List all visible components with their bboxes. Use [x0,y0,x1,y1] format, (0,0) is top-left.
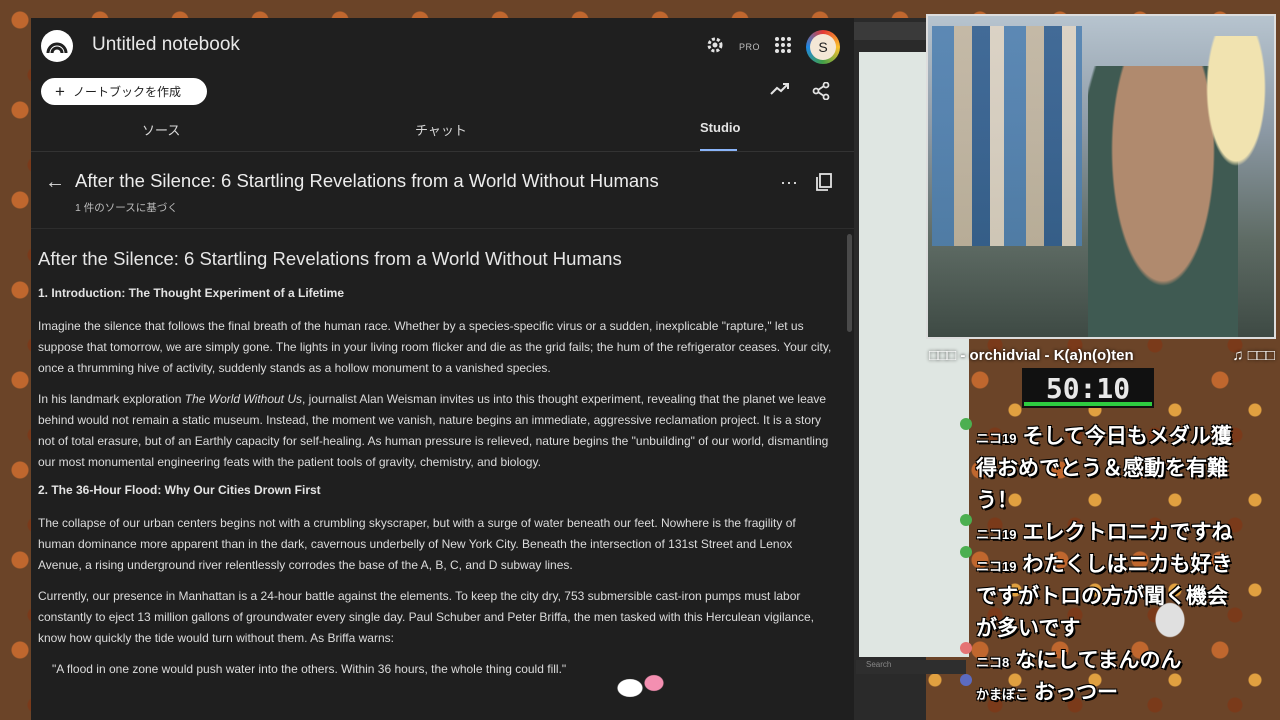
top-bar: Untitled notebook PRO S [31,18,854,74]
content-heading: After the Silence: 6 Startling Revelatio… [38,248,622,269]
block-quote: "A flood in one zone would push water in… [52,662,567,676]
now-playing: □□□ - orchidvial - K(a)n(o)ten ♫ □□□ [929,344,1275,366]
back-arrow-icon[interactable]: ← [45,171,65,194]
paragraph-1: Imagine the silence that follows the fin… [38,319,832,375]
notebooklm-logo-icon[interactable] [41,30,73,62]
chat-message: 得おめでとう＆感動を有難 [976,452,1228,482]
chat-username: ニコ19 [976,431,1017,446]
pro-badge: PRO [738,42,760,52]
pixel-sprite-character-2 [1153,600,1187,640]
action-icons [770,81,830,105]
chat-text: 得おめでとう＆感動を有難 [976,457,1228,480]
create-notebook-button[interactable]: + ノートブックを作成 [41,78,207,105]
document-content: After the Silence: 6 Startling Revelatio… [31,230,843,720]
document-title: After the Silence: 6 Startling Revelatio… [75,170,659,191]
settings-gear-icon[interactable] [705,35,725,60]
document-header: ← After the Silence: 6 Startling Revelat… [31,153,854,229]
user-avatar[interactable]: S [806,30,840,64]
section-heading-2: 2. The 36-Hour Flood: Why Our Cities Dro… [38,483,321,497]
chat-message: ニコ8 なにしてまんのん [976,644,1182,674]
timer-progress-bar [1024,402,1152,406]
avatar-letter: S [810,34,836,60]
panel-tabs: ソース チャット Studio [31,114,854,152]
section-heading-1: 1. Introduction: The Thought Experiment … [38,286,344,300]
chat-user-badge [960,418,972,430]
top-icons: PRO S [705,30,840,64]
chat-user-badge [960,514,972,526]
apps-grid-icon[interactable] [774,36,792,59]
tab-chat[interactable]: チャット [415,120,467,139]
chat-text: エレクトロニカですね [1022,521,1233,544]
webcam-feed [926,14,1276,339]
now-playing-icon: ♫ □□□ [1232,346,1275,364]
plus-icon: + [55,82,65,101]
webcam-wall-posters [932,26,1082,246]
chat-text: が多いです [976,617,1081,640]
chat-user-badge [960,642,972,654]
chat-message: ニコ19 エレクトロニカですね [976,516,1232,546]
chat-message: が多いです [976,612,1080,642]
chat-username: ニコ19 [976,527,1017,542]
active-tab-indicator [700,149,737,151]
chat-text: う！ [976,489,1018,512]
chat-text: わたくしはニカも好き [1022,553,1233,576]
document-source-count: 1 件のソースに基づく [75,202,178,214]
paragraph-2-start: In his landmark exploration [38,392,185,406]
pixel-sprite-character [612,668,672,718]
chat-text: そして今日もメダル獲 [1022,425,1232,448]
chat-user-badge [960,674,972,686]
chat-message: ニコ19 そして今日もメダル獲 [976,420,1232,450]
chat-message: ですがトロの方が聞く機会 [976,580,1228,610]
tab-sources[interactable]: ソース [142,120,180,139]
chat-text: なにしてまんのん [1015,649,1182,672]
more-options-icon[interactable]: ⋯ [780,173,798,196]
chat-text: ですがトロの方が聞く機会 [976,585,1228,608]
content-scrollbar[interactable] [847,234,852,332]
create-notebook-label: ノートブックを作成 [72,85,181,99]
background-app-toolbar [854,22,926,40]
share-icon[interactable] [812,81,830,105]
chat-message: ニコ19 わたくしはニカも好き [976,548,1232,578]
chat-username: かまぼこ [976,687,1029,702]
paragraph-2: In his landmark exploration The World Wi… [38,389,833,473]
timer-value: 50:10 [1045,371,1131,405]
chat-username: ニコ19 [976,559,1017,574]
chat-user-badge [960,546,972,558]
chat-text: おっつー [1034,681,1119,704]
book-title: The World Without Us [184,392,303,406]
chat-username: ニコ8 [976,655,1010,670]
background-app-search: Search [856,660,966,674]
paragraph-3: The collapse of our urban centers begins… [38,516,796,572]
now-playing-track: □□□ - orchidvial - K(a)n(o)ten [929,346,1134,364]
paragraph-4: Currently, our presence in Manhattan is … [38,589,814,645]
chat-message: う！ [976,484,1018,514]
chat-message: かまぼこ おっつー [976,676,1118,706]
notebooklm-window: Untitled notebook PRO S + ノートブックを作成 ソース … [31,18,854,720]
tab-studio[interactable]: Studio [700,120,740,135]
notebook-title[interactable]: Untitled notebook [92,34,240,56]
copy-icon[interactable] [816,173,832,196]
analytics-trend-icon[interactable] [770,82,790,105]
document-actions: ⋯ [780,173,832,196]
webcam-teddy-bear [1206,36,1266,166]
